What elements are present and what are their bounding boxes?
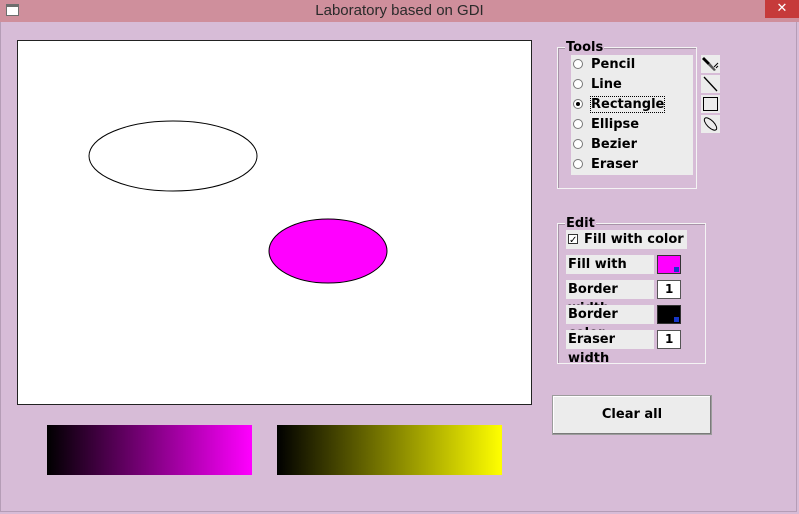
- rectangle-icon[interactable]: [701, 95, 720, 113]
- fill-with-color-label: Fill with color: [584, 232, 684, 247]
- title-bar: Laboratory based on GDI ✕: [0, 0, 799, 22]
- drawing-canvas[interactable]: [17, 40, 532, 405]
- tool-bezier-label: Bezier: [591, 136, 637, 152]
- tools-legend: Tools: [565, 40, 605, 55]
- canvas-drawing: [88, 120, 388, 284]
- filled-ellipse-shape: [268, 218, 388, 284]
- border-color-row: Border color: [566, 305, 654, 341]
- eraser-width-row: Eraser width: [566, 330, 654, 366]
- radio-button[interactable]: [573, 159, 583, 169]
- border-width-input[interactable]: 1: [657, 280, 681, 299]
- tool-rectangle-label: Rectangle: [589, 95, 666, 113]
- tool-line-label: Line: [591, 76, 622, 92]
- window-title: Laboratory based on GDI: [315, 2, 484, 19]
- ellipse-icon[interactable]: [701, 115, 720, 133]
- radio-button[interactable]: [573, 59, 583, 69]
- tool-rectangle-radio[interactable]: Rectangle: [573, 95, 666, 113]
- radio-button[interactable]: [573, 139, 583, 149]
- clear-all-button[interactable]: Clear all: [552, 395, 712, 435]
- pencil-icon[interactable]: [701, 55, 720, 73]
- eraser-width-input[interactable]: 1: [657, 330, 681, 349]
- tool-eraser-radio[interactable]: Eraser: [573, 155, 638, 173]
- outlined-ellipse-shape: [88, 120, 258, 192]
- tool-pencil-label: Pencil: [591, 56, 636, 72]
- fill-with-label: Fill with: [568, 257, 627, 272]
- border-color-swatch[interactable]: [657, 305, 681, 324]
- tool-ellipse-radio[interactable]: Ellipse: [573, 115, 639, 133]
- close-button[interactable]: ✕: [765, 0, 799, 18]
- border-width-row: Border width: [566, 280, 654, 316]
- fill-color-swatch[interactable]: [657, 255, 681, 274]
- tool-line-radio[interactable]: Line: [573, 75, 622, 93]
- border-color-gradient[interactable]: [277, 425, 502, 475]
- tool-bezier-radio[interactable]: Bezier: [573, 135, 637, 153]
- tool-pencil-radio[interactable]: Pencil: [573, 55, 635, 73]
- fill-with-row: Fill with: [566, 255, 654, 274]
- fill-with-color-checkbox[interactable]: Fill with color: [566, 230, 687, 250]
- fill-color-gradient[interactable]: [47, 425, 252, 475]
- checkbox-checked[interactable]: [568, 231, 578, 250]
- radio-button[interactable]: [573, 79, 583, 89]
- edit-legend: Edit: [565, 216, 596, 231]
- line-icon[interactable]: [701, 75, 720, 93]
- radio-button[interactable]: [573, 119, 583, 129]
- radio-button-selected[interactable]: [573, 99, 583, 109]
- tool-eraser-label: Eraser: [591, 156, 639, 172]
- tool-ellipse-label: Ellipse: [591, 116, 640, 132]
- eraser-width-label: Eraser width: [568, 332, 616, 366]
